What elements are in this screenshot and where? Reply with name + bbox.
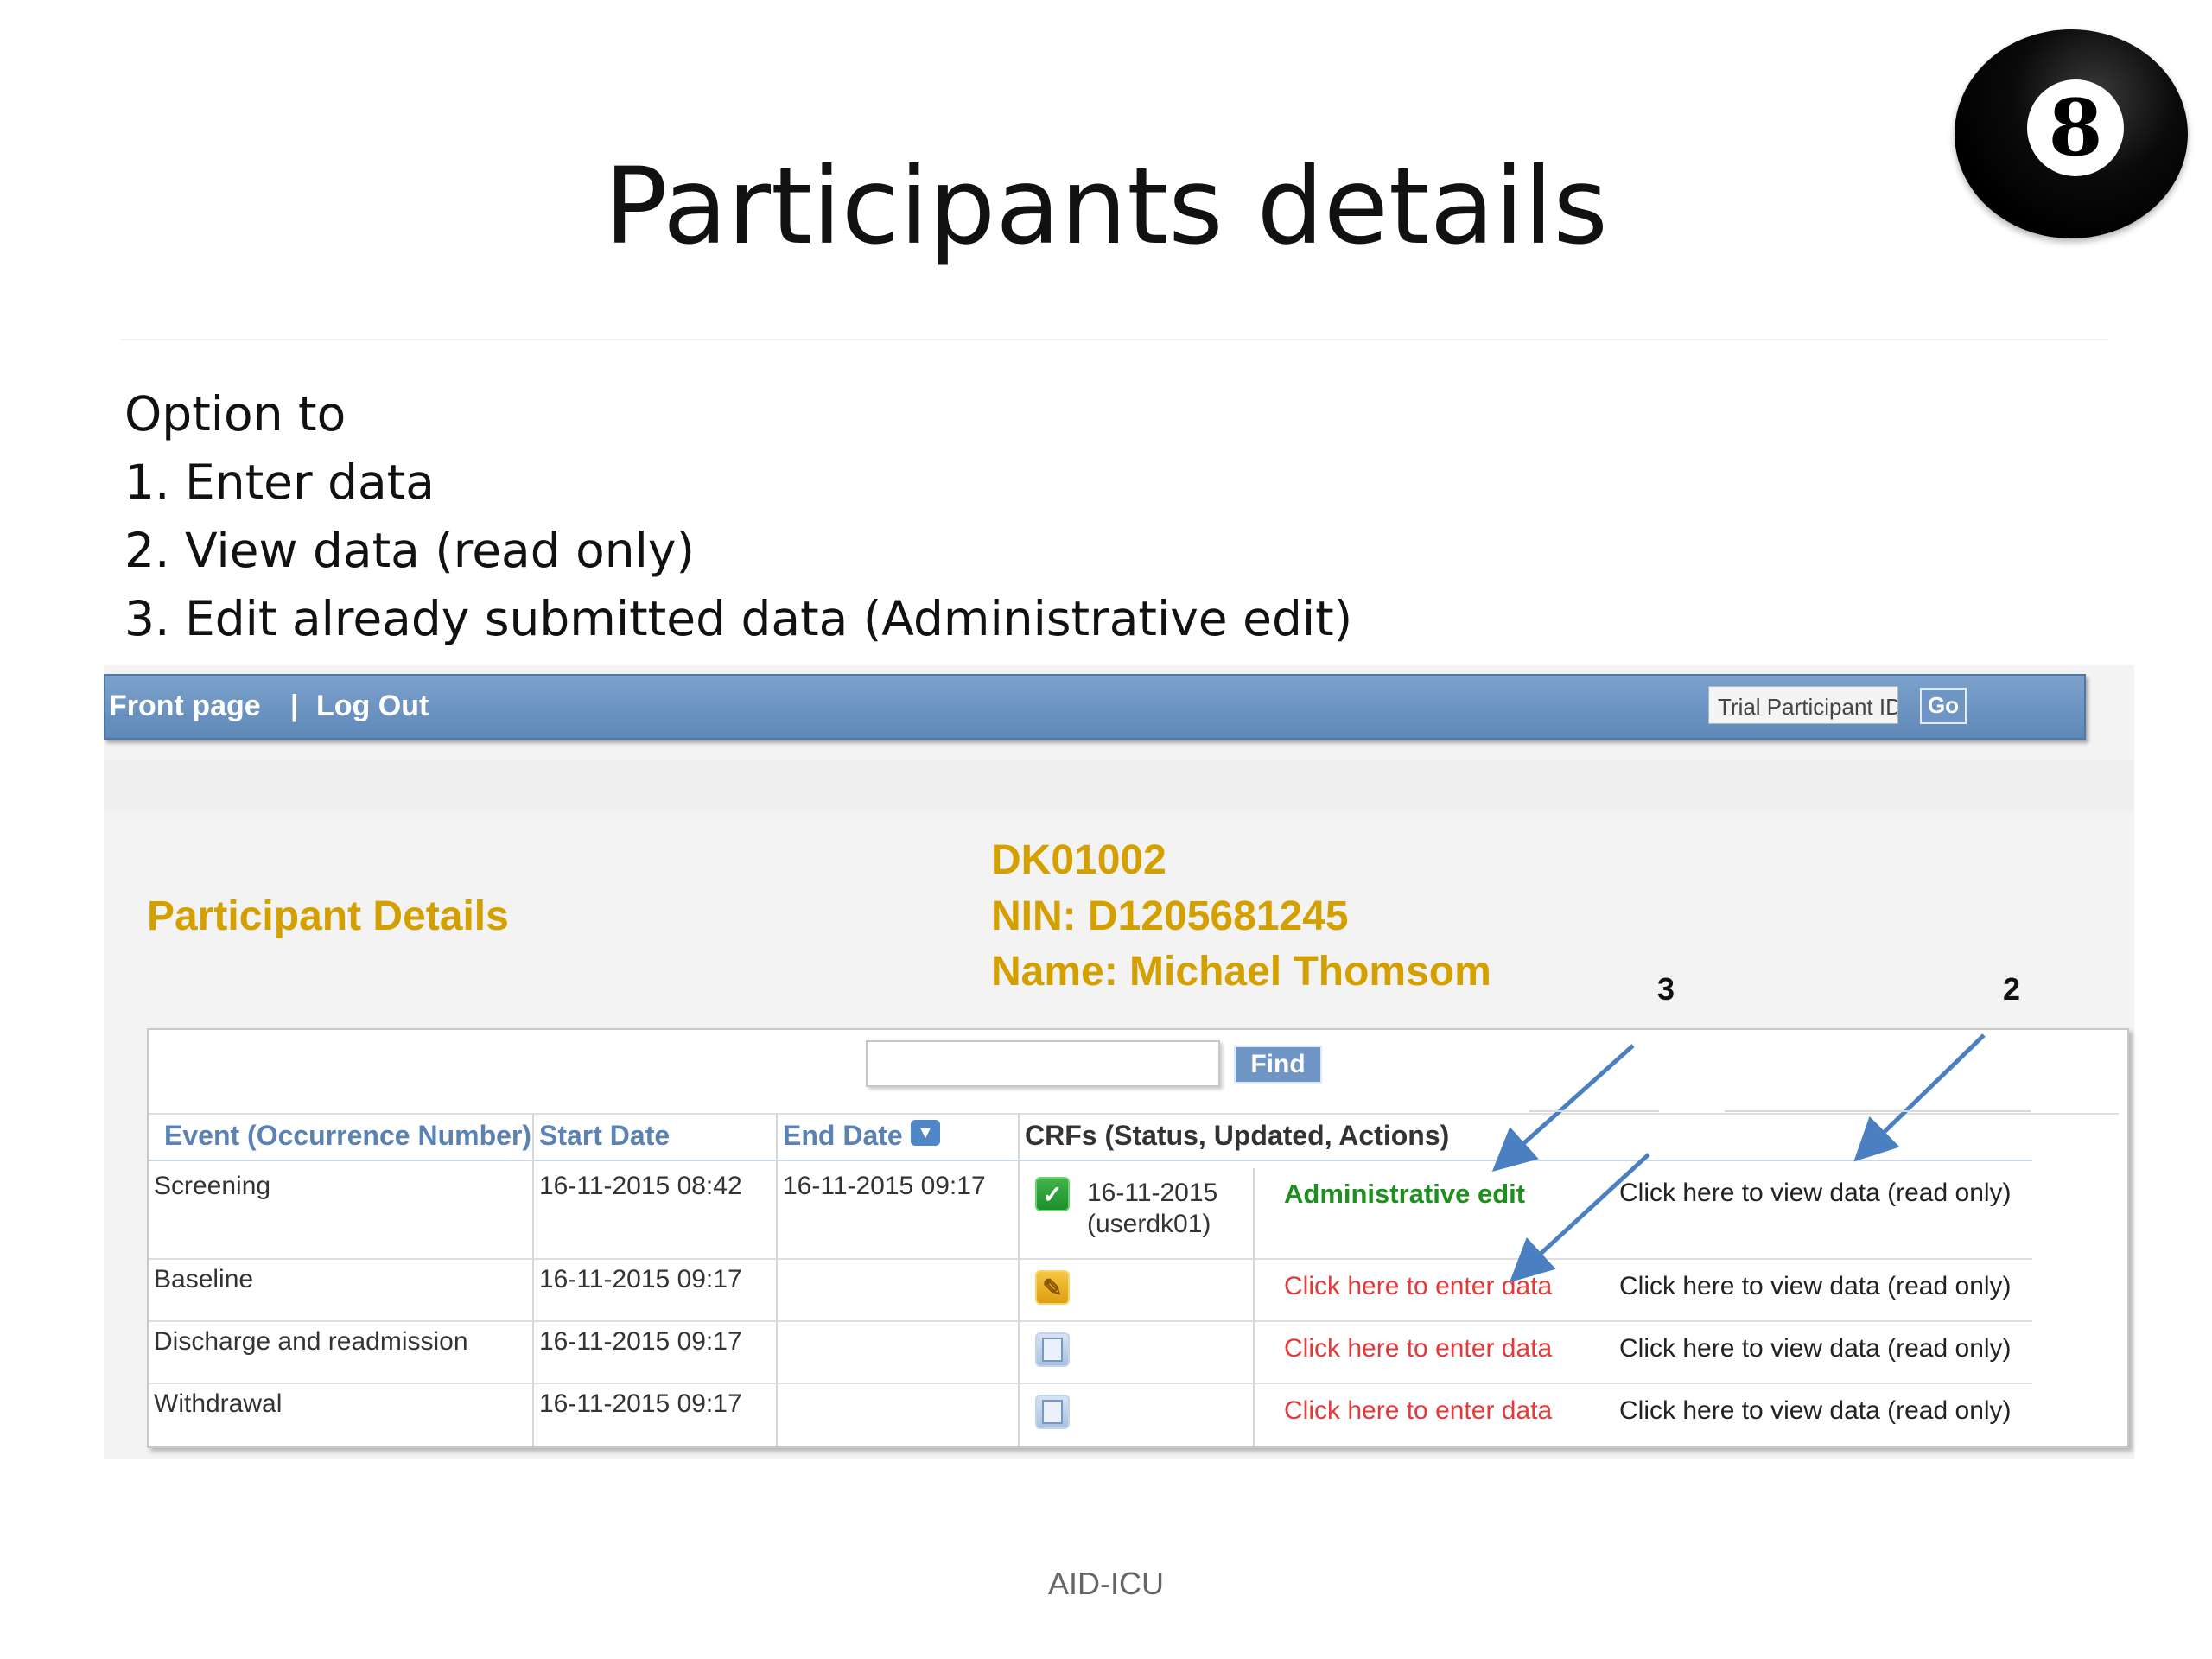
event-cell: Screening [154, 1172, 271, 1200]
col-header-event[interactable]: Event (Occurrence Number) [164, 1120, 531, 1152]
participant-nin: NIN: D1205681245 [991, 893, 1349, 939]
enter-data-link[interactable]: Click here to enter data [1284, 1396, 1552, 1426]
row-divider [149, 1258, 2032, 1260]
intro-line: 3. Edit already submitted data (Administ… [124, 591, 1353, 646]
view-data-link[interactable]: Click here to view data (read only) [1619, 1272, 2012, 1301]
front-page-link[interactable]: Front page [109, 690, 261, 723]
col-divider [1253, 1168, 1255, 1446]
intro-text: Option to 1. Enter data 2. View data (re… [124, 380, 1352, 653]
updated-user-cell: (userdk01) [1087, 1210, 1211, 1238]
intro-line: 1. Enter data [124, 454, 435, 510]
col-divider [532, 1113, 534, 1446]
annotation-2: 2 [2003, 971, 2021, 1007]
not-started-icon[interactable] [1035, 1395, 1070, 1429]
start-date-cell: 16-11-2015 08:42 [539, 1172, 742, 1200]
start-date-cell: 16-11-2015 09:17 [539, 1389, 742, 1418]
log-out-link[interactable]: Log Out [316, 690, 429, 723]
find-button[interactable]: Find [1234, 1046, 1322, 1084]
row-divider [149, 1382, 2032, 1384]
view-data-link[interactable]: Click here to view data (read only) [1619, 1396, 2012, 1426]
intro-line: 2. View data (read only) [124, 523, 695, 578]
completed-check-icon[interactable]: ✓ [1035, 1177, 1070, 1211]
start-date-cell: 16-11-2015 09:17 [539, 1265, 742, 1294]
view-data-link[interactable]: Click here to view data (read only) [1619, 1334, 2012, 1363]
administrative-edit-link[interactable]: Administrative edit [1284, 1179, 1525, 1210]
view-data-link[interactable]: Click here to view data (read only) [1619, 1179, 2012, 1208]
sort-down-icon[interactable]: ▼ [911, 1120, 940, 1146]
enter-data-link[interactable]: Click here to enter data [1284, 1334, 1552, 1363]
find-input[interactable] [866, 1040, 1220, 1087]
col-header-crfs: CRFs (Status, Updated, Actions) [1025, 1120, 1450, 1151]
top-nav-bar: Front page | Log Out Trial Participant I… [104, 674, 2086, 740]
go-button[interactable]: Go [1920, 688, 1967, 724]
eight-ball-number: 8 [2027, 79, 2124, 176]
event-table: Find Event (Occurrence Number) Start Dat… [147, 1028, 2129, 1448]
participant-name: Name: Michael Thomsom [991, 949, 1491, 995]
end-date-cell: 16-11-2015 09:17 [783, 1172, 986, 1200]
start-date-cell: 16-11-2015 09:17 [539, 1327, 742, 1356]
annotation-3: 3 [1657, 971, 1675, 1007]
not-started-icon[interactable] [1035, 1332, 1070, 1367]
event-cell: Baseline [154, 1265, 254, 1294]
intro-line: Option to [124, 386, 346, 442]
updated-date-cell: 16-11-2015 [1087, 1179, 1218, 1207]
row-divider [149, 1320, 2032, 1322]
col-divider [1018, 1113, 1020, 1446]
enter-data-link[interactable]: Click here to enter data [1284, 1272, 1552, 1301]
header-top-line [149, 1113, 2119, 1115]
slide-title: Participants details [604, 145, 1608, 268]
col-header-end-date[interactable]: End Date [783, 1120, 903, 1152]
col-header-start-date[interactable]: Start Date [539, 1120, 670, 1152]
slide-footer: AID-ICU [1048, 1566, 1164, 1601]
event-cell: Withdrawal [154, 1389, 283, 1418]
col-divider [776, 1113, 778, 1446]
trial-participant-id-input[interactable]: Trial Participant ID [1708, 686, 1898, 724]
participant-details-heading: Participant Details [147, 893, 509, 939]
participant-id: DK01002 [991, 837, 1166, 883]
header-bottom-line [149, 1160, 2032, 1161]
eight-ball-icon: 8 [1955, 29, 2188, 238]
nav-separator: | [290, 690, 299, 722]
event-cell: Discharge and readmission [154, 1327, 468, 1356]
title-divider [121, 339, 2108, 340]
app-header-band [104, 760, 2134, 812]
in-progress-icon[interactable]: ✎ [1035, 1270, 1070, 1305]
